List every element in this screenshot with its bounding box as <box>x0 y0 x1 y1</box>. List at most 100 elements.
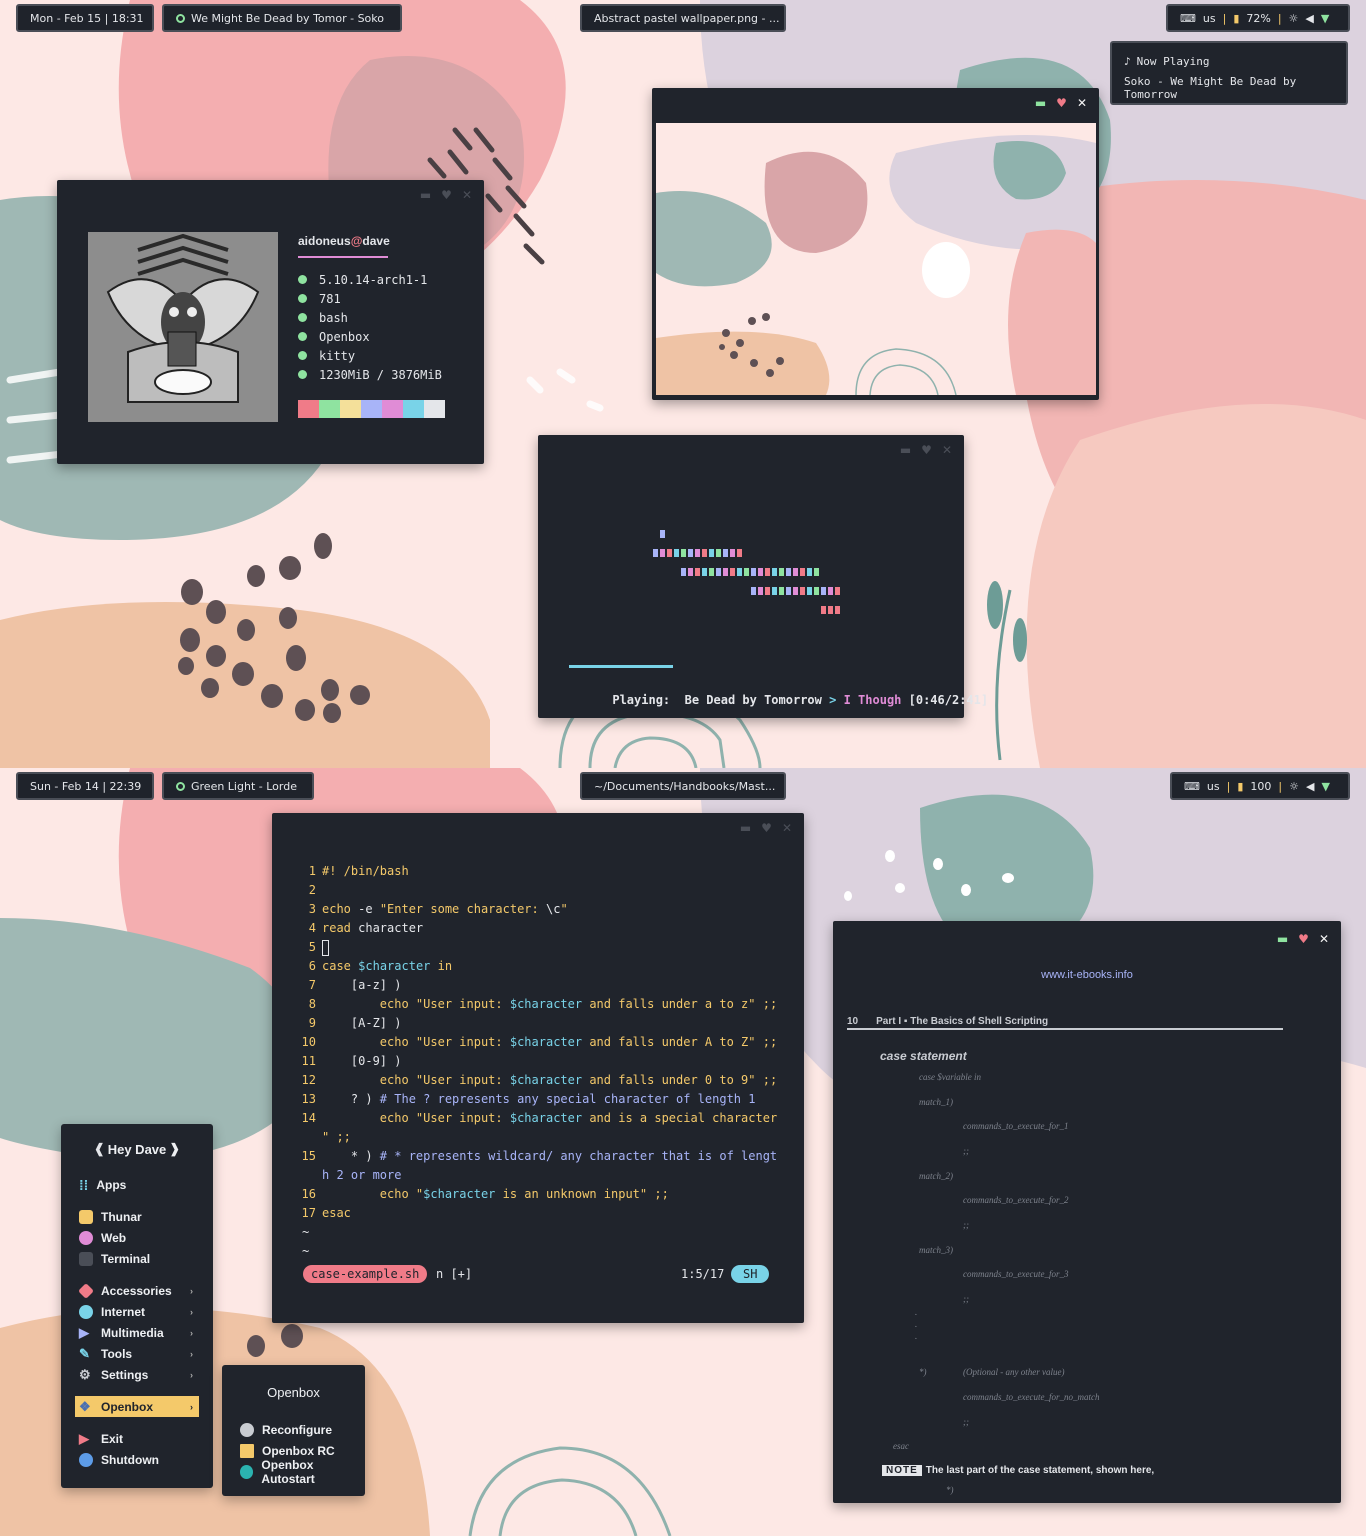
now-playing-line: Playing: Be Dead by Tomorrow > I Though … <box>569 679 988 721</box>
clock-text: Sun - Feb 14 | 22:39 <box>30 779 142 793</box>
palette-swatch <box>319 400 340 418</box>
close-button[interactable]: ✕ <box>1077 96 1087 110</box>
palette-swatch <box>403 400 424 418</box>
visualizer-bar <box>716 549 721 557</box>
wifi-icon[interactable]: ▼ <box>1321 780 1329 793</box>
volume-icon[interactable]: ◀ <box>1305 12 1313 25</box>
code-area[interactable]: 1 #! /bin/bash 2 3 echo -e "Enter some cha… <box>282 864 778 1263</box>
visualizer-bar <box>737 568 742 576</box>
titlebar[interactable]: ▬ ♥ ✕ <box>652 88 1099 118</box>
maximize-button[interactable]: ♥ <box>1056 96 1067 110</box>
fetch-terminal-window[interactable]: ▬ ♥ ✕ aidoneus@dave 5.10.14-arch1-1 781 … <box>57 180 484 464</box>
grid-icon: ⁞⁞ <box>79 1176 89 1193</box>
code-line: 2 <box>308 883 316 897</box>
top-desktop: Mon - Feb 15 | 18:31 We Might Be Dead by… <box>0 0 1366 768</box>
menu-item-multimedia[interactable]: ▶ Multimedia › <box>61 1322 213 1343</box>
visualizer-bar <box>751 568 756 576</box>
brightness-icon[interactable]: ☼ <box>1289 780 1299 793</box>
visualizer-bar <box>793 587 798 595</box>
close-button[interactable]: ✕ <box>782 821 792 835</box>
status-line: case-example.sh n [+] 1:5/17 SH <box>303 1265 773 1284</box>
visualizer-bar <box>835 587 840 595</box>
multimedia-icon: ▶ <box>79 1324 89 1340</box>
separator-arrow: > <box>829 693 837 707</box>
code-line: 1 #! /bin/bash <box>308 864 409 878</box>
minimize-button[interactable]: ▬ <box>1035 96 1046 110</box>
palette-swatch <box>424 400 445 418</box>
clock-widget[interactable]: Sun - Feb 14 | 22:39 <box>16 772 154 800</box>
now-playing-notification[interactable]: ♪ Now Playing Soko - We Might Be Dead by … <box>1110 41 1348 105</box>
menu-item-thunar[interactable]: Thunar <box>61 1206 213 1227</box>
menu-item-accessories[interactable]: Accessories › <box>61 1280 213 1301</box>
music-widget[interactable]: Green Light - Lorde <box>162 772 314 800</box>
document-icon <box>240 1443 254 1458</box>
visualizer-bar <box>758 587 763 595</box>
code-line: 17 esac <box>301 1206 351 1220</box>
close-button[interactable]: ✕ <box>462 188 472 202</box>
part-label: Part I <box>876 1016 902 1027</box>
progress-bar[interactable] <box>569 665 929 668</box>
menu-item-terminal[interactable]: Terminal <box>61 1248 213 1269</box>
menu-item-apps[interactable]: ⁞⁞ Apps <box>61 1174 213 1195</box>
maximize-button[interactable]: ♥ <box>1298 932 1309 946</box>
brightness-icon[interactable]: ☼ <box>1289 12 1299 25</box>
bottom-desktop: Sun - Feb 14 | 22:39 Green Light - Lorde… <box>0 768 1366 1536</box>
titlebar[interactable]: ▬ ♥ ✕ <box>57 180 484 210</box>
pdf-line: ;; <box>963 1417 969 1427</box>
window-title-widget[interactable]: ~/Documents/Handbooks/Mast... <box>580 772 786 800</box>
code-line: 8 echo "User input: $character and falls… <box>308 997 778 1011</box>
system-tray[interactable]: ⌨ us | ▮ 72% | ☼ ◀ ▼ <box>1166 4 1350 32</box>
maximize-button[interactable]: ♥ <box>761 821 772 835</box>
pdf-line: match_3) <box>919 1245 953 1255</box>
code-line: 7 [a-z] ) <box>308 978 402 992</box>
menu-item-shutdown[interactable]: Shutdown <box>61 1449 213 1470</box>
battery-level: 100 <box>1250 779 1272 793</box>
editor-window[interactable]: ▬ ♥ ✕ 1 #! /bin/bash 2 3 echo -e "Enter so… <box>272 813 804 1323</box>
minimize-button[interactable]: ▬ <box>1277 932 1288 946</box>
visualizer-bar <box>814 568 819 576</box>
maximize-button[interactable]: ♥ <box>441 188 452 202</box>
visualizer-bar <box>814 587 819 595</box>
menu-item-exit[interactable]: ▶ Exit <box>61 1428 213 1449</box>
cursor-position: 1:5/17 <box>681 1267 725 1281</box>
music-widget[interactable]: We Might Be Dead by Tomor - Soko <box>162 4 402 32</box>
visualizer-bar <box>702 549 707 557</box>
system-tray[interactable]: ⌨ us | ▮ 100 | ☼ ◀ ▼ <box>1170 772 1350 800</box>
menu-item-internet[interactable]: Internet › <box>61 1301 213 1322</box>
user-host: aidoneus@dave <box>298 234 390 248</box>
menu-item-reconfigure[interactable]: Reconfigure <box>222 1419 365 1440</box>
openbox-submenu[interactable]: Openbox Reconfigure Openbox RC Openbox A… <box>222 1365 365 1496</box>
visualizer-bar <box>709 568 714 576</box>
audio-visualizer <box>538 435 964 635</box>
visualizer-bar <box>744 568 749 576</box>
minimize-button[interactable]: ▬ <box>740 821 751 835</box>
visualizer-bar <box>807 568 812 576</box>
menu-item-settings[interactable]: ⚙ Settings › <box>61 1364 213 1385</box>
pdf-viewer-window[interactable]: ▬ ♥ ✕ www.it-ebooks.info 10 Part I ▪ The… <box>833 921 1341 1503</box>
window-title-widget[interactable]: Abstract pastel wallpaper.png - ... <box>580 4 786 32</box>
close-button[interactable]: ✕ <box>1319 932 1329 946</box>
pdf-url[interactable]: www.it-ebooks.info <box>833 969 1341 981</box>
image-viewer-window[interactable]: ▬ ♥ ✕ <box>652 88 1099 400</box>
music-player-window[interactable]: ▬ ♥ ✕ Playing: Be Dead by Tomorrow > I T… <box>538 435 988 718</box>
menu-item-web[interactable]: Web <box>61 1227 213 1248</box>
root-menu[interactable]: ❰ Hey Dave ❱ ⁞⁞ Apps Thunar Web Terminal Ac… <box>61 1124 213 1488</box>
code-line: 12 echo "User input: $character and fall… <box>301 1073 778 1087</box>
chevron-right-icon: › <box>190 1306 193 1317</box>
volume-icon[interactable]: ◀ <box>1306 780 1314 793</box>
owl-artwork-image <box>88 232 278 422</box>
clock-widget[interactable]: Mon - Feb 15 | 18:31 <box>16 4 154 32</box>
pdf-line: . <box>915 1319 918 1329</box>
text-cursor <box>322 940 329 956</box>
autostart-icon <box>240 1464 254 1479</box>
wifi-icon[interactable]: ▼ <box>1321 12 1329 25</box>
titlebar[interactable]: ▬ ♥ ✕ <box>272 813 804 843</box>
menu-item-openbox[interactable]: ❖ Openbox › <box>75 1396 199 1417</box>
play-icon <box>176 13 185 23</box>
code-line: 11 [0-9] ) <box>301 1054 402 1068</box>
minimize-button[interactable]: ▬ <box>420 188 431 202</box>
menu-item-tools[interactable]: ✎ Tools › <box>61 1343 213 1364</box>
menu-item-openbox-autostart[interactable]: Openbox Autostart <box>222 1458 365 1486</box>
firefox-icon <box>79 1230 93 1245</box>
titlebar[interactable]: ▬ ♥ ✕ <box>833 921 1341 957</box>
